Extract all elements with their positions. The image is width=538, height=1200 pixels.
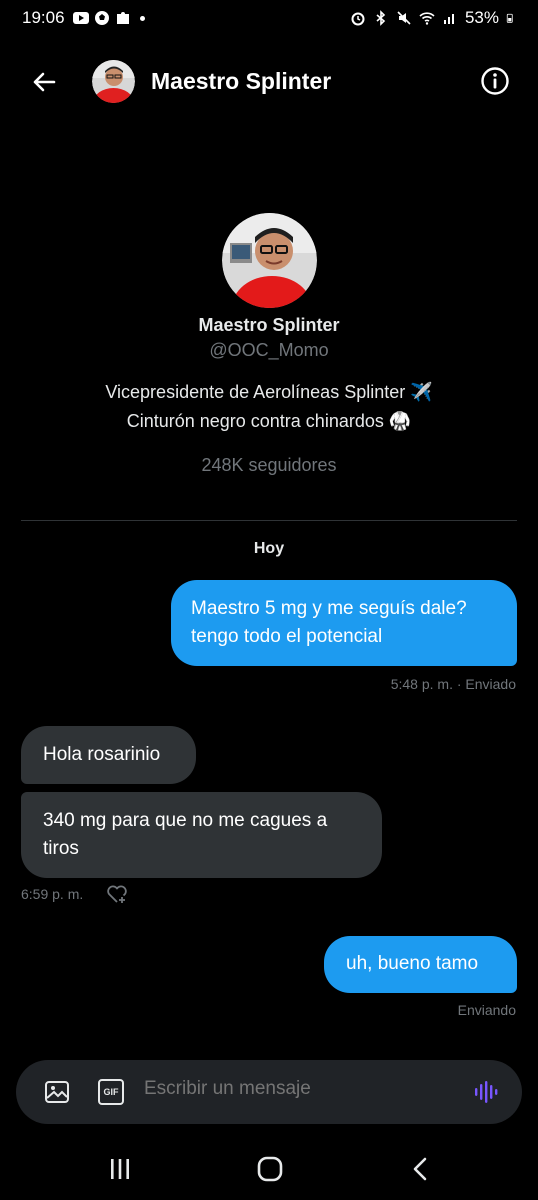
message-text: tiros bbox=[43, 838, 79, 859]
notification-dot bbox=[139, 15, 145, 21]
youtube-icon bbox=[72, 12, 89, 24]
message-bubble-received[interactable]: 340 mg para que no me cagues a tiros bbox=[21, 792, 382, 878]
info-icon[interactable] bbox=[480, 66, 510, 96]
message-meta: 5:48 p. m. · Enviado bbox=[390, 676, 516, 692]
soccer-icon bbox=[94, 11, 109, 25]
message-text: 340 mg para que no me cagues a bbox=[43, 810, 328, 831]
page-title[interactable]: Maestro Splinter bbox=[151, 68, 331, 95]
message-meta: 6:59 p. m. bbox=[21, 886, 84, 902]
message-text: Hola rosarinio bbox=[43, 744, 161, 765]
message-status: Enviando bbox=[457, 1002, 516, 1018]
profile-bio: Vicepresidente de Aerolíneas Splinter ✈️… bbox=[0, 378, 538, 436]
gif-icon[interactable]: GIF bbox=[98, 1079, 124, 1105]
followers-count[interactable]: 248K seguidores bbox=[0, 455, 538, 476]
back-nav-icon[interactable] bbox=[406, 1154, 436, 1184]
message-text: Maestro 5 mg y me seguís dale? bbox=[191, 598, 467, 619]
message-text: uh, bueno tamo bbox=[346, 953, 479, 974]
message-bubble-sent[interactable]: uh, bueno tamo bbox=[324, 936, 517, 993]
mute-icon bbox=[397, 11, 411, 25]
message-bubble-received[interactable]: Hola rosarinio bbox=[21, 726, 196, 784]
back-arrow-icon[interactable] bbox=[28, 66, 60, 98]
divider bbox=[21, 520, 517, 521]
avatar[interactable] bbox=[92, 60, 135, 103]
signal-icon bbox=[443, 14, 454, 24]
wifi-icon bbox=[419, 12, 435, 25]
battery-icon bbox=[506, 13, 513, 23]
home-icon[interactable] bbox=[255, 1154, 285, 1184]
gif-label: GIF bbox=[103, 1087, 119, 1097]
profile-handle: @OOC_Momo bbox=[209, 340, 329, 360]
bio-line: Cinturón negro contra chinardos 🥋 bbox=[126, 411, 412, 431]
profile-avatar[interactable] bbox=[222, 213, 317, 308]
profile-name: Maestro Splinter bbox=[198, 315, 340, 335]
message-composer: GIF bbox=[16, 1060, 522, 1124]
puzzle-icon bbox=[116, 12, 129, 24]
message-input[interactable] bbox=[144, 1078, 444, 1100]
message-text: tengo todo el potencial bbox=[191, 626, 383, 647]
battery-percent: 53% bbox=[464, 8, 499, 27]
system-navigation-bar bbox=[0, 1140, 538, 1200]
react-heart-icon[interactable] bbox=[106, 884, 128, 904]
conversation-header: Maestro Splinter bbox=[0, 56, 538, 108]
bluetooth-icon bbox=[376, 10, 386, 26]
voice-message-icon[interactable] bbox=[472, 1079, 498, 1105]
day-separator: Hoy bbox=[253, 540, 285, 557]
recent-apps-icon[interactable] bbox=[105, 1154, 135, 1184]
status-time: 19:06 bbox=[22, 8, 65, 27]
status-bar: 19:06 53% bbox=[0, 0, 538, 36]
image-icon[interactable] bbox=[44, 1079, 70, 1105]
alarm-icon bbox=[351, 12, 365, 26]
message-bubble-sent[interactable]: Maestro 5 mg y me seguís dale? tengo tod… bbox=[171, 580, 517, 666]
bio-line: Vicepresidente de Aerolíneas Splinter ✈️ bbox=[105, 382, 433, 402]
